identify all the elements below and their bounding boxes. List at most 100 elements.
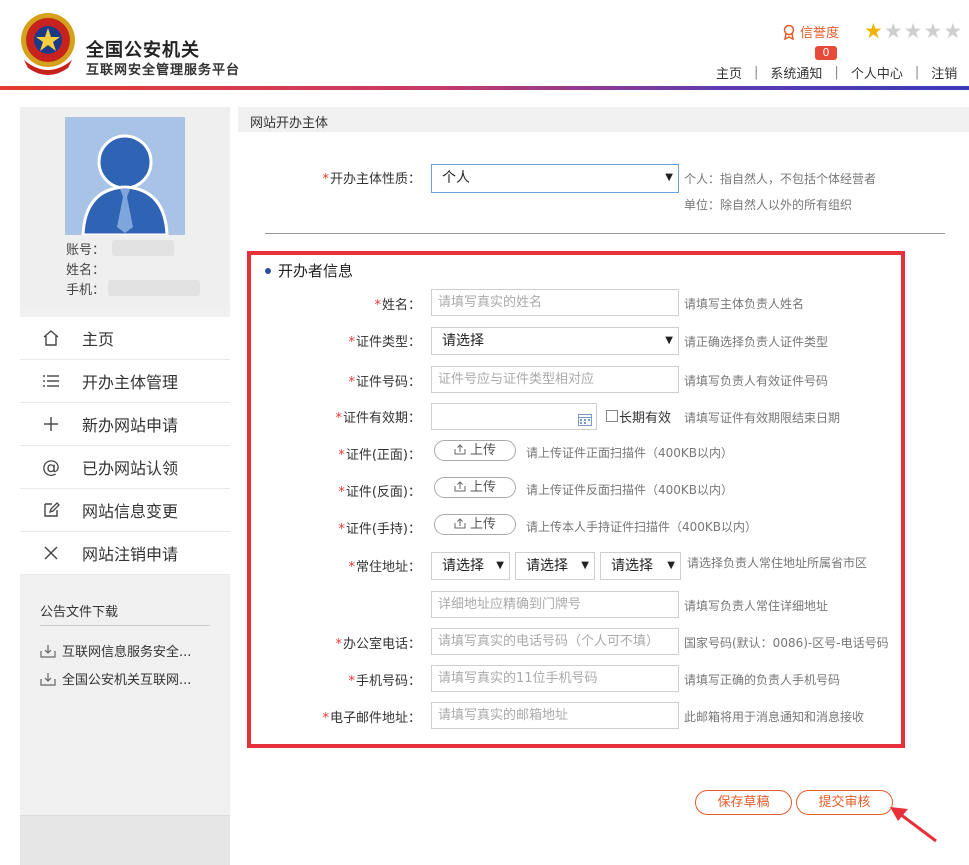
download-label: 互联网信息服务安全... — [62, 645, 192, 660]
sidebar-item-label: 网站注销申请 — [82, 545, 179, 564]
id-number-hint: 请填写负责人有效证件号码 — [684, 374, 829, 388]
email-input[interactable]: 请填写真实的邮箱地址 — [431, 702, 679, 729]
nav-separator: | — [914, 65, 920, 80]
star-icon: ★ — [903, 19, 923, 43]
id-back-upload-button[interactable]: 上传 — [434, 477, 516, 498]
main-content: 网站开办主体 *开办主体性质： 个人 ▼ 个人：指自然人，不包括个体经营者 单位… — [238, 107, 969, 865]
page-title: 网站开办主体 — [250, 116, 329, 131]
reputation[interactable]: 信誉度 — [782, 22, 839, 41]
email-label: *电子邮件地址： — [322, 711, 421, 726]
address-detail-input[interactable]: 详细地址应精确到门牌号 — [431, 591, 679, 618]
id-validity-hint: 请填写证件有效期限结束日期 — [684, 411, 841, 425]
nav-home-link[interactable]: 主页 — [716, 63, 742, 82]
entity-type-hint: 单位：除自然人以外的所有组织 — [684, 198, 853, 212]
downloads-title: 公告文件下载 — [40, 605, 119, 620]
chevron-down-icon: ▼ — [665, 172, 673, 183]
office-phone-label: *办公室电话： — [335, 637, 421, 652]
section-divider — [265, 233, 945, 234]
name-hint: 请填写主体负责人姓名 — [684, 297, 805, 311]
annotation-arrow-icon — [890, 807, 937, 843]
nav-separator: | — [834, 65, 839, 80]
redacted-phone — [108, 280, 200, 296]
nav-profile-link[interactable]: 个人中心 — [851, 63, 903, 82]
chevron-down-icon: ▼ — [581, 560, 589, 571]
section-title-text: 开办者信息 — [278, 262, 354, 280]
sidebar-item-home[interactable]: 主页 — [20, 317, 230, 360]
star-icon: ★ — [864, 19, 883, 43]
sidebar-menu: 主页 开办主体管理 新办网站申请 @ 已办网站认领 网站信息变更 网站注销申请 — [20, 317, 230, 575]
mobile-input[interactable]: 请填写真实的11位手机号码 — [431, 665, 679, 692]
id-front-label: *证件(正面)： — [338, 448, 421, 463]
header-gradient-divider — [0, 86, 969, 90]
star-icon: ★ — [883, 19, 903, 43]
sidebar-item-label: 主页 — [82, 330, 115, 349]
address-label: *常住地址： — [348, 560, 421, 575]
account-label: 账号： — [66, 243, 106, 258]
id-validity-label: *证件有效期： — [335, 411, 421, 426]
entity-type-hint: 个人：指自然人，不包括个体经营者 — [684, 172, 877, 186]
province-value: 请选择 — [442, 558, 484, 574]
header: 全国公安机关 互联网安全管理服务平台 信誉度 0 ★ ★ ★ ★ ★ 主页 | … — [0, 0, 969, 88]
nav-notifications-link[interactable]: 系统通知 — [770, 63, 822, 82]
address-detail-hint: 请填写负责人常住详细地址 — [684, 599, 829, 613]
district-select[interactable]: 请选择 ▼ — [600, 552, 681, 580]
sidebar-item-new-site[interactable]: 新办网站申请 — [20, 403, 230, 446]
id-front-hint: 请上传证件正面扫描件（400KB以内） — [526, 446, 734, 460]
save-draft-button[interactable]: 保存草稿 — [695, 790, 792, 815]
police-emblem-logo — [21, 13, 75, 75]
plus-icon — [20, 416, 82, 432]
id-number-input[interactable]: 证件号应与证件类型相对应 — [431, 366, 679, 393]
email-hint: 此邮箱将用于消息通知和消息接收 — [684, 710, 865, 724]
district-value: 请选择 — [611, 558, 653, 574]
rating-stars: ★ ★ ★ ★ ★ — [864, 20, 962, 42]
sidebar: 账号： 姓名： 手机： 主页 开办主体管理 新办网站申请 @ 已办网站认领 网站… — [20, 107, 230, 865]
download-link[interactable]: 全国公安机关互联网... — [40, 669, 191, 688]
chevron-down-icon: ▼ — [496, 560, 504, 571]
id-validity-date-input[interactable] — [431, 403, 597, 430]
address-hint: 请选择负责人常住地址所属省市区 — [687, 556, 868, 570]
download-label: 全国公安机关互联网... — [62, 673, 192, 688]
top-nav: 主页 | 系统通知 | 个人中心 | 注销 — [716, 63, 957, 82]
city-select[interactable]: 请选择 ▼ — [515, 552, 595, 580]
entity-type-select[interactable]: 个人 ▼ — [431, 164, 679, 193]
entity-type-value: 个人 — [442, 170, 470, 186]
office-phone-hint: 国家号码(默认：0086)-区号-电话号码 — [684, 636, 889, 650]
user-profile: 账号： 姓名： 手机： — [20, 107, 230, 307]
id-type-label: *证件类型： — [348, 335, 421, 350]
name-input[interactable]: 请填写真实的姓名 — [431, 289, 679, 316]
sidebar-item-change-info[interactable]: 网站信息变更 — [20, 489, 230, 532]
sidebar-item-cancel-site[interactable]: 网站注销申请 — [20, 532, 230, 575]
office-phone-input[interactable]: 请填写真实的电话号码（个人可不填） — [431, 628, 679, 655]
province-select[interactable]: 请选择 ▼ — [431, 552, 510, 580]
home-icon — [20, 329, 82, 347]
id-front-upload-button[interactable]: 上传 — [434, 440, 516, 461]
sidebar-footer — [20, 815, 230, 865]
submit-review-button[interactable]: 提交审核 — [796, 790, 893, 815]
close-icon — [20, 546, 82, 560]
calendar-icon[interactable] — [578, 410, 592, 429]
id-handheld-label: *证件(手持)： — [338, 522, 421, 537]
reputation-label: 信誉度 — [800, 26, 840, 41]
sidebar-item-claim-site[interactable]: @ 已办网站认领 — [20, 446, 230, 489]
id-back-hint: 请上传证件反面扫描件（400KB以内） — [526, 483, 734, 497]
name-label: *姓名： — [374, 298, 421, 313]
sidebar-item-entity-management[interactable]: 开办主体管理 — [20, 360, 230, 403]
long-term-checkbox[interactable] — [606, 410, 618, 422]
city-value: 请选择 — [526, 558, 568, 574]
name-label: 姓名： — [66, 263, 106, 278]
id-back-label: *证件(反面)： — [338, 485, 421, 500]
id-type-hint: 请正确选择负责人证件类型 — [684, 335, 829, 349]
notification-count-badge: 0 — [815, 46, 837, 60]
mobile-label: *手机号码： — [348, 674, 421, 689]
mobile-hint: 请填写正确的负责人手机号码 — [684, 673, 841, 687]
id-type-select[interactable]: 请选择 ▼ — [431, 327, 679, 355]
id-handheld-upload-button[interactable]: 上传 — [434, 514, 516, 535]
id-type-value: 请选择 — [442, 333, 484, 349]
avatar — [65, 117, 185, 235]
download-link[interactable]: 互联网信息服务安全... — [40, 641, 191, 660]
chevron-down-icon: ▼ — [665, 335, 673, 346]
list-icon — [20, 374, 82, 388]
id-number-label: *证件号码： — [348, 375, 421, 390]
long-term-label: 长期有效 — [619, 411, 672, 426]
nav-logout-link[interactable]: 注销 — [931, 63, 957, 82]
